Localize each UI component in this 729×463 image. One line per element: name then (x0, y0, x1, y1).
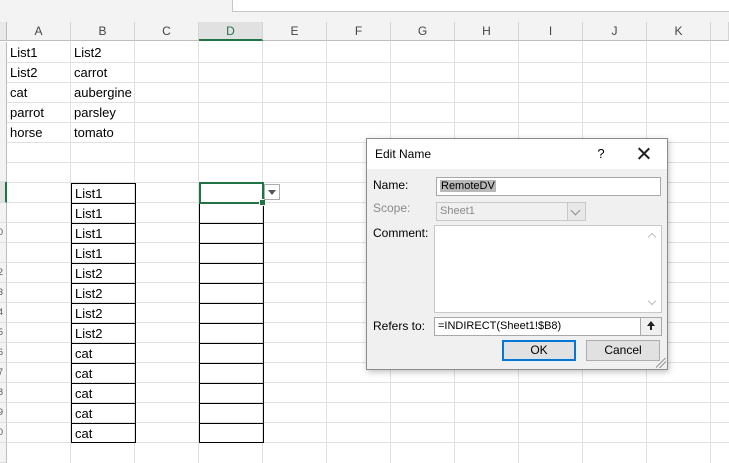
column-header-g[interactable]: G (391, 22, 455, 41)
resize-grip-icon[interactable] (656, 358, 666, 368)
gridline (7, 62, 729, 63)
boxed-cell[interactable] (200, 344, 263, 364)
column-header-f[interactable]: F (327, 22, 391, 41)
boxed-cell[interactable]: cat (72, 344, 135, 364)
row-header[interactable]: 6 (0, 343, 7, 363)
boxed-cell[interactable]: List1 (72, 244, 135, 264)
ok-button[interactable]: OK (502, 340, 576, 361)
row-header[interactable]: 0 (0, 423, 7, 443)
name-input-value: RemoteDV (440, 180, 496, 192)
scroll-down-icon[interactable] (647, 296, 657, 306)
scroll-up-icon[interactable] (647, 232, 657, 242)
boxed-cell[interactable] (200, 284, 263, 304)
comment-textarea[interactable] (434, 225, 662, 313)
validation-dropdown-button[interactable] (264, 184, 280, 200)
row-header[interactable]: 9 (0, 403, 7, 423)
close-icon[interactable] (633, 144, 655, 164)
comment-scrollbar[interactable] (644, 226, 661, 312)
row-header[interactable]: 5 (0, 323, 7, 343)
row-headers-top[interactable] (0, 42, 7, 182)
refers-to-label: Refers to: (373, 319, 426, 333)
dialog-title: Edit Name (375, 147, 432, 161)
row-header[interactable]: 2 (0, 263, 7, 283)
boxed-cell[interactable] (200, 424, 263, 444)
boxed-cell[interactable]: List2 (72, 324, 135, 344)
boxed-cell[interactable] (200, 364, 263, 384)
edit-name-dialog: Edit Name ? Name: RemoteDV Scope: Sheet1… (366, 138, 668, 370)
boxed-cell[interactable] (200, 304, 263, 324)
row-header[interactable]: 4 (0, 303, 7, 323)
cell-a5[interactable]: horse (7, 123, 43, 143)
boxed-cell[interactable]: List1 (72, 184, 135, 204)
column-header-k[interactable]: K (647, 22, 711, 41)
gridline (326, 41, 327, 463)
collapse-dialog-icon[interactable] (640, 318, 661, 335)
cell-b5[interactable]: tomato (71, 123, 114, 143)
cell-b2[interactable]: carrot (71, 63, 107, 83)
cell-a1[interactable]: List1 (7, 43, 37, 63)
boxed-cell[interactable]: List1 (72, 204, 135, 224)
boxed-cell[interactable]: List2 (72, 284, 135, 304)
column-header-h[interactable]: H (455, 22, 519, 41)
scope-select[interactable]: Sheet1 (436, 202, 586, 221)
formula-bar[interactable] (232, 0, 729, 12)
cell-b1[interactable]: List2 (71, 43, 101, 63)
scope-value: Sheet1 (440, 205, 475, 217)
row-header[interactable] (0, 443, 7, 463)
column-header-a[interactable]: A (7, 22, 71, 41)
cell-b4[interactable]: parsley (71, 103, 116, 123)
row-header[interactable]: 0 (0, 223, 7, 243)
boxed-cell[interactable]: cat (72, 404, 135, 424)
row-header[interactable]: 7 (0, 363, 7, 383)
cell-a2[interactable]: List2 (7, 63, 37, 83)
comment-label: Comment: (373, 226, 429, 240)
column-header-b[interactable]: B (71, 22, 135, 41)
column-header-j[interactable]: J (583, 22, 647, 41)
scope-label: Scope: (373, 201, 411, 215)
boxed-cell[interactable] (200, 204, 263, 224)
gridline (710, 41, 711, 463)
boxed-cell[interactable]: cat (72, 384, 135, 404)
chevron-down-icon (567, 203, 585, 220)
boxed-cell[interactable]: List1 (72, 224, 135, 244)
column-header-c[interactable]: C (135, 22, 199, 41)
boxed-cell[interactable]: cat (72, 424, 135, 444)
select-all-corner[interactable] (0, 22, 7, 41)
cell-a4[interactable]: parrot (7, 103, 44, 123)
cell-a3[interactable]: cat (7, 83, 27, 103)
boxed-cell[interactable]: List2 (72, 264, 135, 284)
column-header-partial[interactable] (711, 22, 729, 41)
refers-to-value: =INDIRECT(Sheet1!$B8) (438, 320, 562, 332)
row-header[interactable] (0, 243, 7, 263)
active-cell[interactable] (199, 182, 266, 206)
boxed-cell[interactable] (200, 324, 263, 344)
name-label: Name: (373, 178, 409, 192)
boxed-cell[interactable] (200, 264, 263, 284)
boxed-cell[interactable]: List2 (72, 304, 135, 324)
boxed-cell[interactable] (200, 244, 263, 264)
bordered-range-d (199, 183, 264, 443)
dialog-titlebar[interactable]: Edit Name ? (367, 139, 667, 169)
help-button[interactable]: ? (593, 144, 609, 164)
column-header-d[interactable]: D (199, 22, 263, 41)
bordered-range-b: List1 List1 List1 List1 List2 List2 List… (71, 183, 136, 443)
column-header-e[interactable]: E (263, 22, 327, 41)
row-header-active[interactable] (0, 182, 7, 203)
refers-to-input[interactable]: =INDIRECT(Sheet1!$B8) (434, 317, 662, 336)
boxed-cell[interactable] (200, 224, 263, 244)
dropdown-arrow-icon (268, 190, 276, 195)
boxed-cell[interactable] (200, 384, 263, 404)
cancel-button[interactable]: Cancel (586, 340, 660, 361)
name-input[interactable]: RemoteDV (436, 177, 661, 196)
row-header[interactable]: 8 (0, 383, 7, 403)
cell-b3[interactable]: aubergine (71, 83, 132, 103)
boxed-cell[interactable]: cat (72, 364, 135, 384)
row-header[interactable]: 3 (0, 283, 7, 303)
column-header-i[interactable]: I (519, 22, 583, 41)
row-header[interactable] (0, 203, 7, 223)
boxed-cell[interactable] (200, 404, 263, 424)
